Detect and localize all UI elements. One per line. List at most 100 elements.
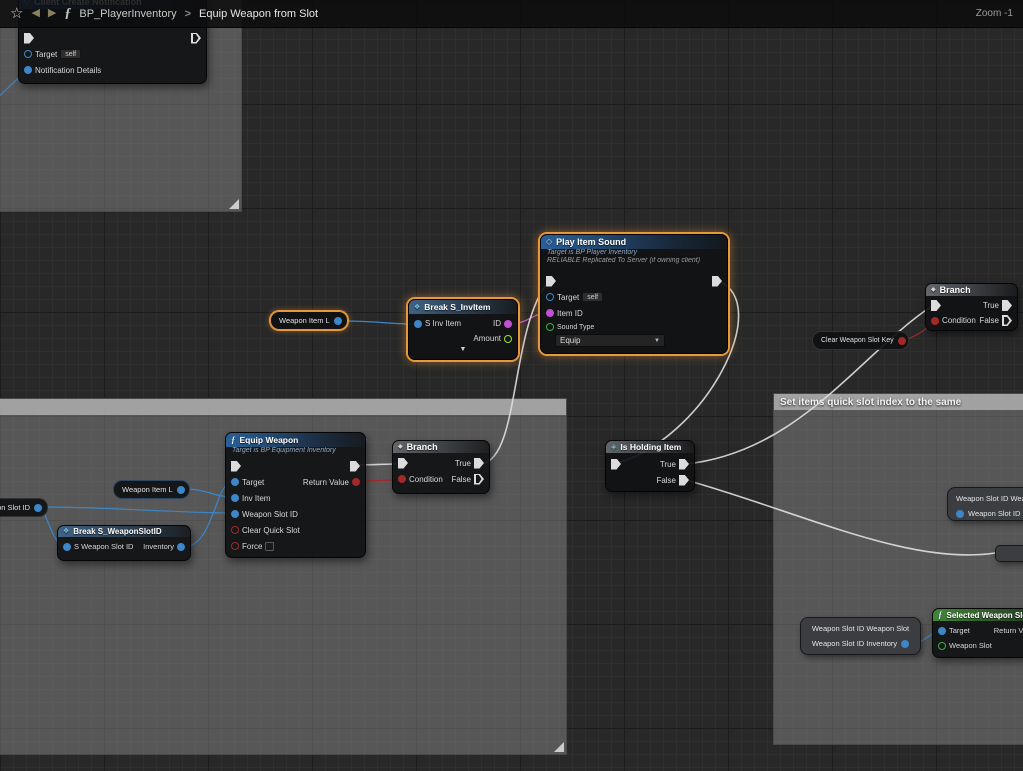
branch-icon: ◆ xyxy=(398,444,403,450)
output-pin[interactable] xyxy=(898,337,906,345)
pin-label: Target xyxy=(35,50,57,59)
node-selected-weapon-slot[interactable]: ƒ Selected Weapon Slot Target Return Val… xyxy=(932,608,1023,658)
output-pin[interactable] xyxy=(34,504,42,512)
pin-label: True xyxy=(660,460,676,469)
pin-label: Return Value xyxy=(994,626,1023,635)
node-break-s-weaponslotid[interactable]: ❖ Break S_WeaponSlotID S Weapon Slot ID … xyxy=(57,525,191,561)
pin-label: True xyxy=(983,301,999,310)
exec-out-pin[interactable] xyxy=(191,33,201,44)
s-weapon-slot-id-pin[interactable] xyxy=(63,543,71,551)
item-id-pin[interactable] xyxy=(546,309,554,317)
exec-in-pin[interactable] xyxy=(24,33,34,44)
node-is-holding-item[interactable]: ◈ Is Holding Item True False xyxy=(605,440,695,492)
chevron-down-icon: ▼ xyxy=(654,338,660,344)
var-get-weapon-item-l[interactable]: Weapon Item L xyxy=(270,311,348,330)
pin-label: S Inv Item xyxy=(425,319,461,328)
pin-label: S Weapon Slot ID xyxy=(74,542,133,551)
output-pin[interactable] xyxy=(901,640,909,648)
return-value-pin[interactable] xyxy=(352,478,360,486)
true-exec-pin[interactable] xyxy=(1002,300,1012,311)
exec-out-pin[interactable] xyxy=(712,276,722,287)
id-pin[interactable] xyxy=(504,320,512,328)
resize-grip[interactable] xyxy=(229,199,239,209)
s-inv-item-pin[interactable] xyxy=(414,320,422,328)
comment-box-right[interactable]: Set items quick slot index to the same xyxy=(773,393,1023,745)
condition-pin[interactable] xyxy=(931,317,939,325)
pin-label: Force xyxy=(242,542,262,551)
target-pin[interactable] xyxy=(546,293,554,301)
favorite-star-icon[interactable]: ☆ xyxy=(10,6,23,21)
clear-quick-slot-pin[interactable] xyxy=(231,526,239,534)
false-exec-pin[interactable] xyxy=(474,474,484,485)
zoom-level-label: Zoom -1 xyxy=(976,8,1013,19)
target-value-field[interactable]: self xyxy=(582,292,603,302)
node-weapon-slot-getter-bottom[interactable]: Weapon Slot ID Weapon Slot Weapon Slot I… xyxy=(800,617,921,655)
exec-in-pin[interactable] xyxy=(231,461,241,472)
row-label: Weapon Slot ID Inventory xyxy=(812,639,897,648)
input-pin[interactable] xyxy=(956,510,964,518)
forward-arrow-icon[interactable]: ▶ xyxy=(48,8,56,19)
output-pin[interactable] xyxy=(334,317,342,325)
resize-grip[interactable] xyxy=(554,742,564,752)
pin-label: False xyxy=(979,316,999,325)
node-branch-top[interactable]: ◆ Branch True Condition False xyxy=(925,283,1018,331)
pin-label: Clear Quick Slot xyxy=(242,526,300,535)
var-get-weapon-slot-id-partial[interactable]: on Slot ID xyxy=(0,498,48,517)
target-pin[interactable] xyxy=(24,50,32,58)
force-pin[interactable] xyxy=(231,542,239,550)
pin-label: Notification Details xyxy=(35,66,101,75)
force-checkbox[interactable] xyxy=(265,542,274,551)
variable-label: on Slot ID xyxy=(0,503,30,512)
exec-in-pin[interactable] xyxy=(546,276,556,287)
dropdown-value: Equip xyxy=(560,336,580,345)
false-exec-pin[interactable] xyxy=(679,475,689,486)
variable-label: Weapon Item L xyxy=(279,316,330,325)
pin-label: Condition xyxy=(409,475,443,484)
var-get-clear-weapon-slot-key[interactable]: Clear Weapon Slot Key xyxy=(812,331,909,350)
exec-out-pin[interactable] xyxy=(350,461,360,472)
comment-title[interactable]: Set items quick slot index to the same xyxy=(774,394,1023,410)
row-label: Weapon Slot ID Inventory xyxy=(968,509,1023,518)
notification-details-pin[interactable] xyxy=(24,66,32,74)
condition-pin[interactable] xyxy=(398,475,406,483)
inventory-pin[interactable] xyxy=(177,543,185,551)
inv-item-pin[interactable] xyxy=(231,494,239,502)
false-exec-pin[interactable] xyxy=(1002,315,1012,326)
target-pin[interactable] xyxy=(938,627,946,635)
pin-label: Target xyxy=(557,293,579,302)
pin-label: Target xyxy=(242,478,264,487)
var-get-weapon-item-l-2[interactable]: Weapon Item L xyxy=(113,480,190,499)
variable-label: Weapon Item L xyxy=(122,485,173,494)
breadcrumb-page-title[interactable]: Equip Weapon from Slot xyxy=(199,8,318,20)
node-equip-weapon[interactable]: ƒ Equip Weapon Target is BP Equipment In… xyxy=(225,432,366,558)
true-exec-pin[interactable] xyxy=(474,458,484,469)
exec-in-pin[interactable] xyxy=(931,300,941,311)
exec-in-pin[interactable] xyxy=(611,459,621,470)
pin-label: Item ID xyxy=(557,309,583,318)
output-pin[interactable] xyxy=(177,486,185,494)
macro-icon: ◈ xyxy=(611,444,616,451)
comment-title[interactable] xyxy=(0,399,566,415)
weapon-slot-id-pin[interactable] xyxy=(231,510,239,518)
sound-type-pin[interactable] xyxy=(546,323,554,331)
node-title: Break S_InvItem xyxy=(424,302,490,312)
target-value-field[interactable]: self xyxy=(60,49,81,59)
node-play-item-sound[interactable]: ◇ Play Item Sound Target is BP Player In… xyxy=(540,234,728,354)
amount-pin[interactable] xyxy=(504,335,512,343)
target-pin[interactable] xyxy=(231,478,239,486)
pin-label: Sound Type xyxy=(557,324,594,331)
weapon-slot-pin[interactable] xyxy=(938,642,946,650)
node-branch-bottom[interactable]: ◆ Branch True Condition False xyxy=(392,440,490,494)
pin-label: Target xyxy=(949,626,970,635)
node-break-s-invitem[interactable]: ❖ Break S_InvItem S Inv Item ID Amount xyxy=(408,299,518,360)
clipped-node[interactable] xyxy=(995,545,1023,562)
collapse-arrow-icon[interactable]: ▼ xyxy=(409,346,517,354)
blueprint-graph[interactable]: Set items quick slot index to the same ◇… xyxy=(0,0,1023,771)
row-label: Weapon Slot ID Weapon Slot xyxy=(956,494,1023,503)
back-arrow-icon[interactable]: ◀ xyxy=(31,8,39,19)
sound-type-dropdown[interactable]: Equip ▼ xyxy=(555,334,665,347)
node-weapon-slot-getter-top[interactable]: Weapon Slot ID Weapon Slot Weapon Slot I… xyxy=(947,487,1023,521)
breadcrumb-root[interactable]: BP_PlayerInventory xyxy=(79,8,176,20)
exec-in-pin[interactable] xyxy=(398,458,408,469)
true-exec-pin[interactable] xyxy=(679,459,689,470)
